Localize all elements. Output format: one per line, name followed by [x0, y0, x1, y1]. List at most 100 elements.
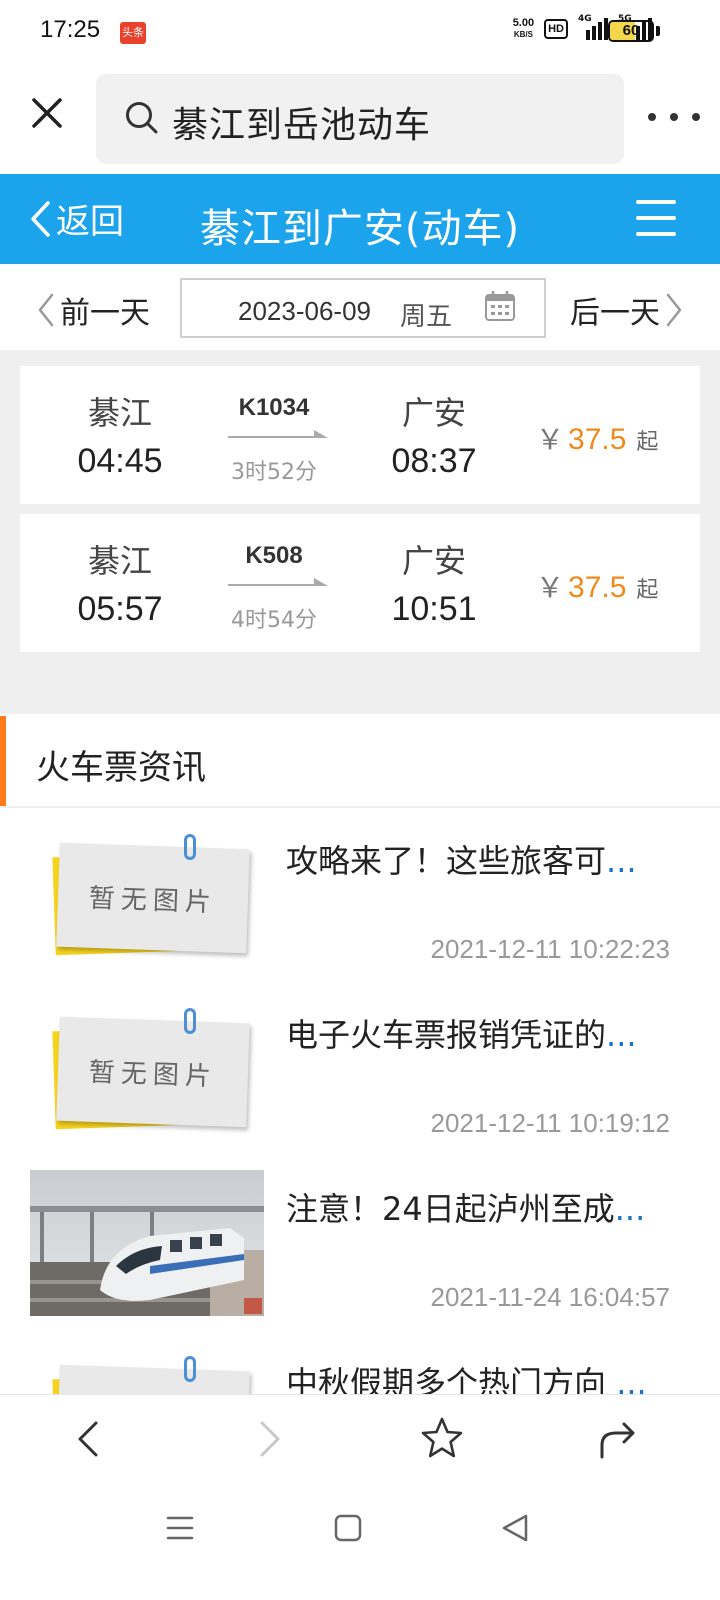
news-title: 电子火车票报销凭证的...	[286, 1016, 637, 1054]
previous-day-label: 前一天	[60, 296, 150, 331]
departure-station: 綦江	[87, 542, 152, 580]
price-suffix: 起	[636, 430, 659, 455]
more-options-button[interactable]	[648, 102, 700, 132]
train-list: 綦江 04:45 K1034 3时52分 广安 08:37 ￥ 37.5 起 綦…	[0, 350, 720, 714]
back-triangle-icon	[502, 1514, 528, 1542]
browser-forward-button[interactable]	[244, 1415, 292, 1463]
news-title: 攻略来了！这些旅客可...	[286, 842, 637, 880]
paperclip-icon	[184, 834, 196, 860]
forward-arrow-icon	[260, 1421, 280, 1457]
arrival-time: 10:51	[391, 590, 477, 628]
news-item[interactable]: 暂无图片 电子火车票报销凭证的... 2021-12-11 10:19:12	[0, 984, 720, 1158]
browser-toolbar	[0, 1394, 720, 1480]
high-speed-train-photo	[30, 1170, 264, 1316]
chevron-right-icon	[666, 293, 682, 327]
departure-time: 05:57	[77, 590, 163, 628]
no-image-placeholder: 暂无图片	[48, 1356, 250, 1394]
arrow-right-icon	[228, 430, 328, 438]
share-button[interactable]	[594, 1415, 642, 1463]
date-picker[interactable]: 2023-06-09 周五	[180, 278, 546, 338]
network-speed-value: 5.00	[512, 17, 535, 29]
browser-address-bar: 綦江到岳池动车	[0, 66, 720, 172]
news-title: 中秋假期多个热门方向 ...	[286, 1364, 647, 1394]
signal-4g-icon: 4G	[578, 14, 608, 40]
no-image-text: 暂无图片	[88, 883, 218, 919]
price-suffix: 起	[636, 578, 659, 603]
no-image-placeholder: 暂无图片	[48, 834, 250, 956]
search-query: 綦江到岳池动车	[172, 105, 432, 146]
chevron-left-icon	[38, 293, 54, 327]
no-image-placeholder: 暂无图片	[48, 1008, 250, 1130]
date-selector: 前一天 2023-06-09 周五 后一天	[0, 264, 720, 350]
more-dot	[670, 113, 678, 121]
price-amount: 37.5	[568, 571, 627, 604]
previous-day-button[interactable]: 前一天	[36, 288, 150, 332]
battery-level: 60	[622, 22, 640, 39]
departure-station: 綦江	[87, 394, 152, 432]
departure-time: 04:45	[77, 442, 163, 480]
news-thumbnail: 暂无图片	[30, 1344, 264, 1394]
news-title: 注意！24日起泸州至成...	[286, 1190, 646, 1228]
page-header: 返回 綦江到广安(动车)	[0, 174, 720, 264]
next-day-label: 后一天	[570, 296, 660, 331]
system-navigation-bar	[0, 1480, 720, 1600]
news-thumbnail: 暂无图片	[30, 996, 264, 1142]
search-icon	[126, 102, 158, 134]
network-speed-unit: KB/S	[513, 30, 533, 39]
recent-apps-icon	[166, 1516, 194, 1540]
no-image-text: 暂无图片	[88, 1057, 218, 1093]
price-amount: 37.5	[568, 423, 627, 456]
close-icon	[32, 98, 62, 128]
browser-back-button[interactable]	[66, 1415, 114, 1463]
close-button[interactable]	[28, 94, 68, 134]
arrival-station: 广安	[401, 394, 466, 432]
page-title: 綦江到广安(动车)	[199, 206, 521, 252]
news-time: 2021-12-11 10:22:23	[430, 934, 671, 964]
paperclip-icon	[184, 1356, 196, 1382]
search-input[interactable]: 綦江到岳池动车	[96, 74, 624, 164]
next-day-button[interactable]: 后一天	[570, 288, 684, 332]
news-thumbnail: 暂无图片	[30, 822, 264, 968]
arrival-station: 广安	[401, 542, 466, 580]
signal-4g-label: 4G	[578, 14, 592, 24]
news-time: 2021-11-24 16:04:57	[430, 1282, 671, 1312]
home-button[interactable]	[328, 1508, 368, 1548]
selected-date: 2023-06-09	[238, 296, 371, 326]
home-icon	[334, 1514, 362, 1542]
travel-duration: 4时54分	[231, 608, 317, 633]
currency-symbol: ￥	[536, 423, 565, 456]
star-icon	[421, 1417, 463, 1458]
train-number: K508	[245, 542, 303, 569]
currency-symbol: ￥	[536, 571, 565, 604]
bookmark-button[interactable]	[418, 1415, 466, 1463]
ticket-price: ￥ 37.5 起	[536, 418, 658, 458]
news-item[interactable]: 注意！24日起泸州至成... 2021-11-24 16:04:57	[0, 1158, 720, 1332]
system-back-button[interactable]	[496, 1508, 536, 1548]
section-accent-bar	[0, 716, 6, 806]
news-app-notification-icon: 头条	[120, 22, 146, 44]
train-card[interactable]: 綦江 05:57 K508 4时54分 广安 10:51 ￥ 37.5 起	[20, 514, 700, 652]
share-icon	[600, 1422, 635, 1459]
news-section-title: 火车票资讯	[36, 748, 206, 788]
travel-duration: 3时52分	[231, 460, 317, 485]
arrow-right-icon	[228, 578, 328, 586]
news-item[interactable]: 暂无图片 攻略来了！这些旅客可... 2021-12-11 10:22:23	[0, 810, 720, 984]
recent-apps-button[interactable]	[160, 1508, 200, 1548]
network-speed: 5.00 KB/S	[513, 18, 534, 40]
hd-voice-icon: HD	[544, 19, 568, 39]
more-dot	[692, 113, 700, 121]
selected-weekday: 周五	[400, 302, 453, 332]
hamburger-menu-icon[interactable]	[636, 200, 676, 236]
battery-icon: 60	[608, 20, 660, 42]
calendar-icon	[485, 291, 515, 321]
status-time: 17:25	[40, 16, 101, 43]
paperclip-icon	[184, 1008, 196, 1034]
status-bar: 17:25 头条 5.00 KB/S HD 4G 5G 60	[0, 0, 720, 66]
more-dot	[648, 113, 656, 121]
news-time: 2021-12-11 10:19:12	[430, 1108, 671, 1138]
train-card[interactable]: 綦江 04:45 K1034 3时52分 广安 08:37 ￥ 37.5 起	[20, 366, 700, 504]
back-arrow-icon	[78, 1421, 98, 1457]
arrival-time: 08:37	[391, 442, 477, 480]
news-item[interactable]: 暂无图片 中秋假期多个热门方向 ...	[0, 1332, 720, 1394]
train-number: K1034	[238, 394, 310, 421]
